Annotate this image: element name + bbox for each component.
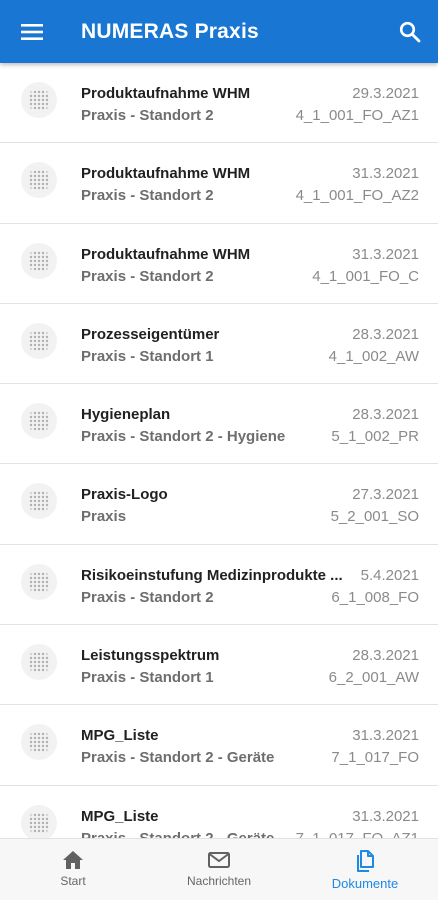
document-row[interactable]: Produktaufnahme WHM Praxis - Standort 2 … [0, 223, 438, 304]
document-code: 5_2_001_SO [330, 508, 419, 526]
document-code: 7_1_017_FO_AZ1 [296, 830, 419, 838]
mail-icon [208, 852, 230, 868]
app-bar: NUMERAS Praxis [0, 0, 438, 63]
document-icon [21, 322, 57, 359]
document-code: 4_1_001_FO_C [312, 267, 419, 285]
document-location: Praxis - Standort 2 [81, 187, 214, 205]
document-row[interactable]: MPG_Liste Praxis - Standort 2 - Geräte 3… [0, 785, 438, 838]
dot-grid-icon [29, 411, 49, 431]
document-date: 31.3.2021 [352, 245, 419, 263]
document-name: MPG_Liste [81, 727, 159, 745]
dot-grid-icon [29, 813, 49, 832]
document-name: MPG_Liste [81, 807, 159, 825]
menu-button[interactable] [0, 0, 64, 63]
document-name: Risikoeinstufung Medizinprodukte ... [81, 566, 343, 584]
dot-grid-icon [29, 572, 49, 591]
document-date: 28.3.2021 [352, 647, 419, 665]
dot-grid-icon [29, 90, 49, 110]
document-location: Praxis - Standort 2 [81, 267, 214, 285]
document-icon [21, 242, 57, 279]
document-location: Praxis - Standort 1 [81, 669, 214, 687]
document-location: Praxis - Standort 2 - Geräte [81, 830, 321, 838]
nav-nachrichten[interactable]: Nachrichten [146, 839, 292, 900]
bottom-navigation: Start Nachrichten Dokumente [0, 838, 438, 900]
document-code: 7_1_017_FO [331, 749, 419, 767]
document-icon [21, 483, 57, 520]
app-title: NUMERAS Praxis [81, 19, 259, 43]
document-date: 28.3.2021 [352, 325, 419, 343]
document-icon [21, 162, 57, 199]
document-code: 4_1_001_FO_AZ1 [295, 107, 419, 124]
document-name: Leistungsspektrum [81, 647, 220, 665]
document-icon [21, 403, 57, 440]
document-row[interactable]: Produktaufnahme WHM Praxis - Standort 2 … [0, 63, 438, 144]
document-icon [21, 644, 57, 681]
document-list[interactable]: Produktaufnahme WHM Praxis - Standort 2 … [0, 63, 438, 838]
dot-grid-icon [29, 492, 49, 511]
document-date: 31.3.2021 [352, 807, 419, 825]
document-icon [21, 724, 57, 761]
document-icon [21, 563, 57, 600]
document-row[interactable]: MPG_Liste Praxis - Standort 2 - Geräte 3… [0, 705, 438, 786]
document-location: Praxis - Standort 2 - Geräte [81, 749, 275, 767]
nav-dokumente[interactable]: Dokumente [292, 839, 438, 900]
dot-grid-icon [29, 331, 49, 351]
document-name: Hygieneplan [81, 406, 171, 424]
document-name: Praxis-Logo [81, 486, 168, 504]
document-icon [21, 804, 57, 838]
document-row[interactable]: Risikoeinstufung Medizinprodukte ... Pra… [0, 544, 438, 626]
document-code: 4_1_001_FO_AZ2 [295, 187, 419, 205]
document-code: 6_1_008_FO [331, 588, 419, 606]
document-name: Produktaufnahme WHM [81, 245, 251, 263]
search-button[interactable] [382, 0, 438, 63]
document-location: Praxis [81, 508, 127, 526]
nav-dokumente-label: Dokumente [331, 876, 399, 891]
document-code: 5_1_002_PR [331, 428, 419, 446]
document-code: 6_2_001_AW [328, 669, 419, 687]
nav-start[interactable]: Start [0, 839, 146, 900]
document-row[interactable]: Prozesseigentümer Praxis - Standort 1 28… [0, 303, 438, 385]
document-date: 29.3.2021 [352, 85, 419, 102]
nav-start-label: Start [60, 874, 86, 888]
documents-icon [357, 850, 374, 872]
dot-grid-icon [29, 652, 49, 672]
home-icon [63, 851, 83, 869]
search-icon [399, 21, 421, 42]
document-date: 31.3.2021 [352, 727, 419, 745]
menu-icon [21, 23, 43, 40]
document-icon [21, 82, 57, 118]
document-code: 4_1_002_AW [328, 347, 419, 365]
document-row[interactable]: Hygieneplan Praxis - Standort 2 - Hygien… [0, 384, 438, 465]
document-row[interactable]: Leistungsspektrum Praxis - Standort 1 28… [0, 625, 438, 706]
dot-grid-icon [29, 171, 49, 190]
document-row[interactable]: Praxis-Logo Praxis 27.3.2021 5_2_001_SO [0, 464, 438, 545]
document-name: Produktaufnahme WHM [81, 85, 251, 102]
document-location: Praxis - Standort 2 - Hygiene [81, 428, 286, 446]
document-row[interactable]: Produktaufnahme WHM Praxis - Standort 2 … [0, 143, 438, 224]
dot-grid-icon [29, 733, 49, 752]
dot-grid-icon [29, 251, 49, 270]
document-name: Produktaufnahme WHM [81, 165, 251, 183]
document-name: Prozesseigentümer [81, 325, 220, 343]
document-location: Praxis - Standort 2 [81, 107, 214, 124]
document-location: Praxis - Standort 1 [81, 347, 214, 365]
document-date: 28.3.2021 [352, 406, 419, 424]
document-date: 31.3.2021 [352, 165, 419, 183]
document-date: 27.3.2021 [352, 486, 419, 504]
nav-nachrichten-label: Nachrichten [186, 874, 252, 888]
document-location: Praxis - Standort 2 [81, 588, 214, 606]
document-date: 5.4.2021 [360, 566, 419, 584]
